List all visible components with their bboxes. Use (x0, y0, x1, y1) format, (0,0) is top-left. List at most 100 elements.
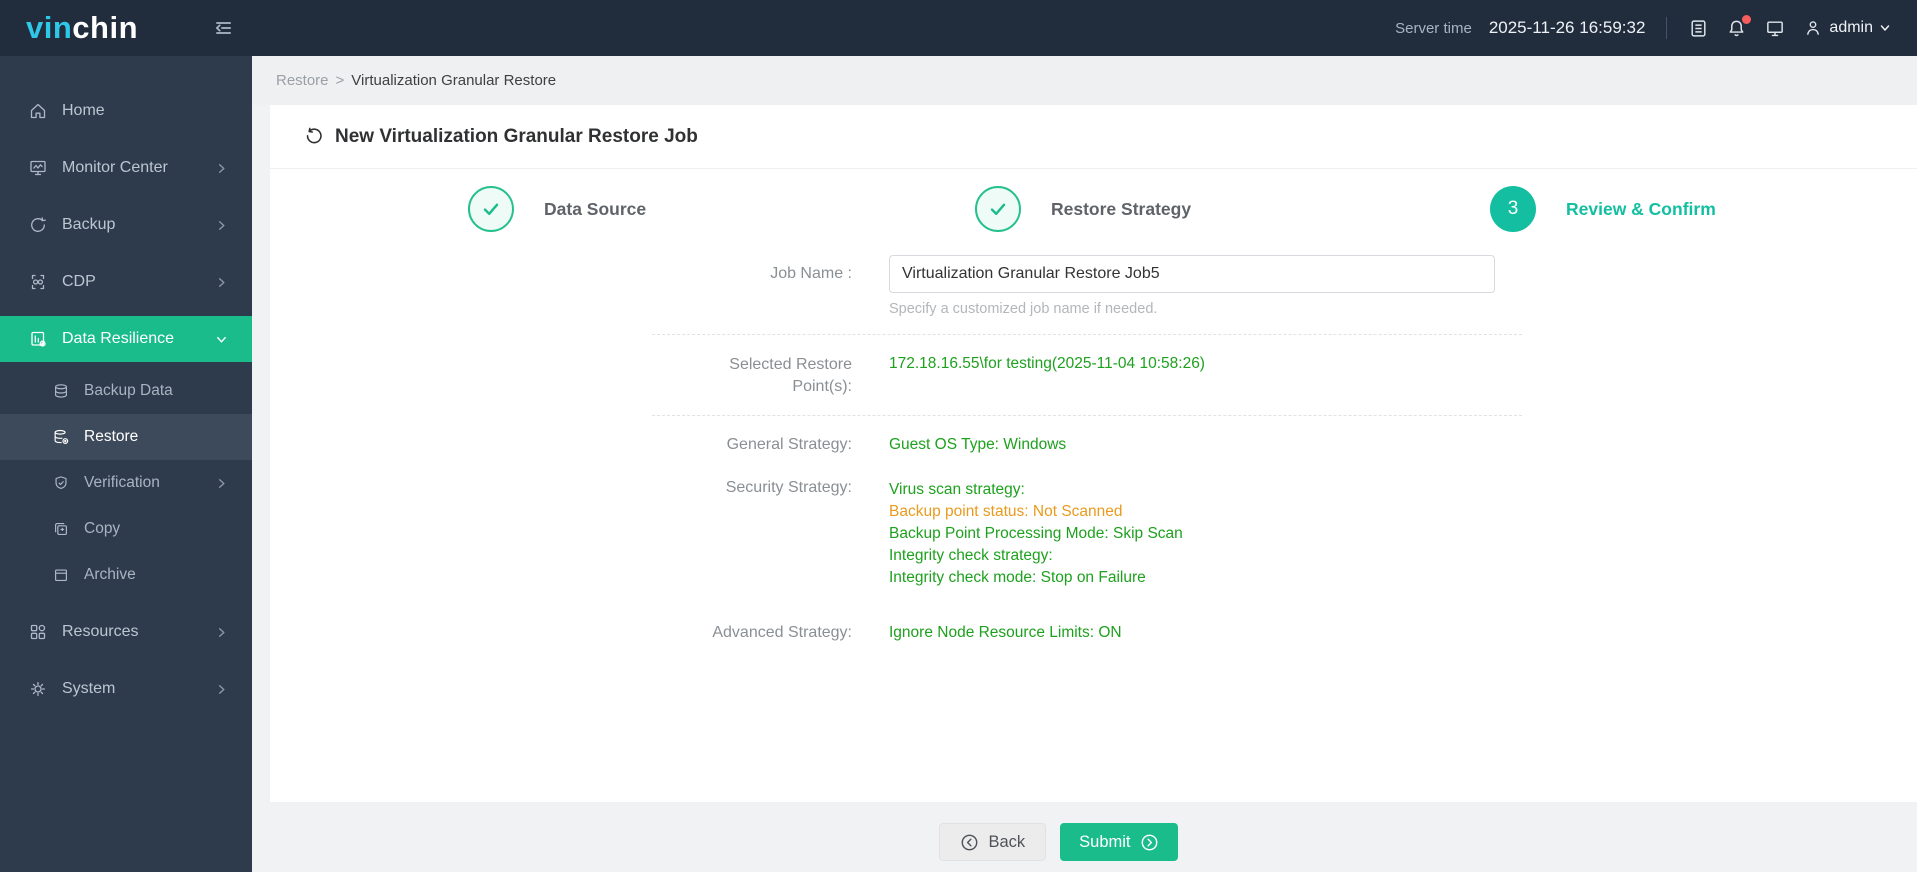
sidebar-item-system[interactable]: System (0, 666, 252, 712)
wizard-card: New Virtualization Granular Restore Job … (270, 105, 1917, 802)
job-name-row: Job Name : Specify a customized job name… (652, 255, 1522, 317)
form-separator (652, 334, 1522, 335)
back-button-label: Back (988, 832, 1026, 851)
restore-points-value: 172.18.16.55\for testing(2025-11-04 10:5… (889, 355, 1205, 372)
cdp-icon (28, 272, 48, 292)
notification-bell-icon[interactable] (1726, 14, 1752, 39)
step-active-circle: 3 (1490, 186, 1536, 232)
topbar-right: Server time 2025-11-26 16:59:32 admin (1395, 14, 1917, 39)
server-time-label: Server time (1395, 19, 1472, 37)
security-line: Virus scan strategy: (889, 481, 1025, 498)
database-icon (52, 382, 70, 400)
sidebar-item-resources[interactable]: Resources (0, 609, 252, 655)
wizard-steps: Data Source Restore Strategy 3 Review & … (270, 169, 1917, 255)
advanced-strategy-label: Advanced Strategy: (712, 624, 852, 641)
step-label: Data Source (544, 198, 647, 219)
step-data-source: Data Source (468, 186, 646, 232)
breadcrumb-separator: > (335, 72, 345, 89)
sidebar-item-archive[interactable]: Archive (0, 552, 252, 598)
report-icon[interactable] (1688, 18, 1709, 39)
submit-button[interactable]: Submit (1060, 823, 1178, 861)
check-icon (483, 203, 499, 215)
grid-icon (28, 622, 48, 642)
restore-points-label: Selected Restore Point(s): (729, 356, 852, 395)
data-resilience-icon (28, 329, 48, 349)
logo-vin: vin (26, 10, 73, 45)
restore-job-icon (303, 126, 324, 147)
restore-points-row: Selected Restore Point(s): 172.18.16.55\… (652, 352, 1522, 398)
data-resilience-submenu: Backup Data Restore Verification Copy Ar… (0, 368, 252, 598)
step-review-confirm: 3 Review & Confirm (1490, 186, 1716, 232)
chevron-right-icon (215, 477, 228, 490)
page-title: New Virtualization Granular Restore Job (335, 125, 698, 147)
sidebar-item-restore[interactable]: Restore (0, 414, 252, 460)
step-restore-strategy: Restore Strategy (975, 186, 1191, 232)
general-strategy-row: General Strategy: Guest OS Type: Windows (652, 436, 1522, 454)
collapse-sidebar-icon[interactable] (212, 17, 234, 39)
job-name-label: Job Name : (770, 265, 852, 282)
user-menu[interactable]: admin (1803, 18, 1891, 38)
general-strategy-label: General Strategy: (726, 436, 852, 453)
main-content: Restore > Virtualization Granular Restor… (252, 0, 1917, 872)
circle-arrow-left-icon (962, 834, 978, 850)
notification-badge (1742, 14, 1752, 24)
home-icon (28, 101, 48, 121)
wizard-title-row: New Virtualization Granular Restore Job (270, 105, 1917, 169)
chevron-right-icon (215, 626, 228, 639)
chevron-right-icon (215, 219, 228, 232)
sidebar-item-label: Home (62, 102, 105, 119)
job-name-input[interactable] (889, 255, 1495, 293)
user-icon (1803, 18, 1823, 38)
submit-button-label: Submit (1079, 832, 1131, 851)
chevron-down-icon (1880, 25, 1890, 31)
monitor-center-icon (28, 158, 48, 178)
back-button[interactable]: Back (939, 823, 1047, 861)
breadcrumb-parent[interactable]: Restore (276, 72, 329, 89)
chevron-right-icon (215, 276, 228, 289)
shield-check-icon (52, 474, 70, 492)
sidebar-item-backup-data[interactable]: Backup Data (0, 368, 252, 414)
general-strategy-value: Guest OS Type: Windows (889, 436, 1067, 453)
security-strategy-row: Security Strategy: Virus scan strategy: … (652, 479, 1522, 589)
step-done-circle (468, 186, 514, 232)
action-bar: Back Submit (226, 823, 1891, 861)
security-line: Backup Point Processing Mode: Skip Scan (889, 525, 1183, 542)
security-line: Integrity check mode: Stop on Failure (889, 569, 1146, 586)
review-form: Job Name : Specify a customized job name… (652, 255, 1522, 642)
sidebar-item-label: Copy (84, 520, 121, 537)
sidebar-item-verification[interactable]: Verification (0, 460, 252, 506)
chevron-right-icon (215, 162, 228, 175)
sidebar: Home Monitor Center Backup CDP Data Resi… (0, 56, 252, 872)
sidebar-item-data-resilience[interactable]: Data Resilience (0, 316, 252, 362)
security-strategy-label: Security Strategy: (725, 479, 852, 496)
sidebar-item-monitor-center[interactable]: Monitor Center (0, 145, 252, 191)
sidebar-item-copy[interactable]: Copy (0, 506, 252, 552)
backup-icon (28, 215, 48, 235)
display-icon[interactable] (1764, 18, 1786, 39)
breadcrumb: Restore > Virtualization Granular Restor… (252, 56, 1917, 105)
sidebar-item-label: Backup Data (84, 382, 173, 399)
copy-icon (52, 520, 70, 538)
step-done-circle (975, 186, 1021, 232)
sidebar-item-label: Data Resilience (62, 330, 175, 347)
sidebar-item-home[interactable]: Home (0, 88, 252, 134)
archive-icon (52, 566, 70, 584)
chevron-down-icon (215, 333, 228, 346)
breadcrumb-current: Virtualization Granular Restore (351, 72, 557, 89)
chevron-right-icon (215, 683, 228, 696)
form-separator (652, 415, 1522, 416)
gear-icon (28, 679, 48, 699)
vinchin-logo[interactable]: vinchin (26, 10, 138, 46)
sidebar-item-backup[interactable]: Backup (0, 202, 252, 248)
sidebar-item-label: Backup (62, 216, 116, 233)
sidebar-item-label: Monitor Center (62, 159, 168, 176)
database-gear-icon (52, 428, 70, 446)
logo-chin: chin (72, 10, 139, 45)
sidebar-item-label: Verification (84, 474, 160, 491)
advanced-strategy-row: Advanced Strategy: Ignore Node Resource … (652, 624, 1522, 642)
sidebar-item-label: Resources (62, 623, 139, 640)
topbar-divider (1666, 17, 1668, 39)
sidebar-item-label: Archive (84, 566, 136, 583)
step-label: Restore Strategy (1051, 198, 1192, 219)
sidebar-item-cdp[interactable]: CDP (0, 259, 252, 305)
